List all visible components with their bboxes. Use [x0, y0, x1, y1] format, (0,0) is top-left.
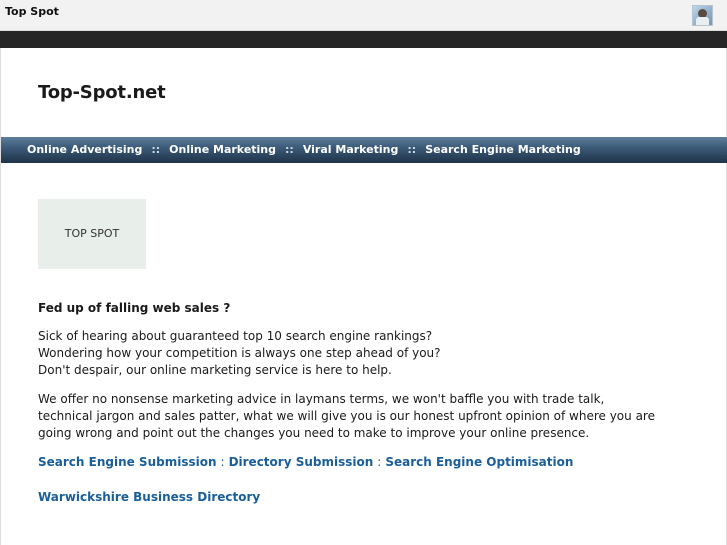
- page-container: Top-Spot.net Online Advertising:: Online …: [0, 48, 727, 545]
- warwickshire-directory-link[interactable]: Warwickshire Business Directory: [38, 489, 658, 506]
- content-heading: Fed up of falling web sales ?: [38, 301, 231, 315]
- intro-paragraph: Sick of hearing about guaranteed top 10 …: [38, 328, 658, 379]
- main-navigation: Online Advertising:: Online Marketing:: Vi…: [1, 137, 727, 163]
- logo-placeholder: TOP SPOT: [38, 199, 146, 269]
- logo-text: TOP SPOT: [64, 227, 120, 240]
- browser-top-bar: Top Spot: [0, 0, 727, 31]
- dark-header-strip: [0, 31, 727, 48]
- intro-line: Wondering how your competition is always…: [38, 346, 441, 360]
- nav-item-viral-marketing[interactable]: Viral Marketing: [303, 143, 399, 156]
- description-paragraph: We offer no nonsense marketing advice in…: [38, 392, 655, 440]
- user-avatar-icon[interactable]: [692, 5, 713, 26]
- link-separator: :: [377, 455, 382, 469]
- nav-items: Online Advertising:: Online Marketing:: Vi…: [27, 143, 581, 156]
- nav-separator: ::: [151, 143, 161, 156]
- site-title[interactable]: Top-Spot.net: [38, 82, 166, 103]
- service-links: Search Engine Submission: Directory Submi…: [38, 454, 658, 471]
- search-engine-optimisation-link[interactable]: Search Engine Optimisation: [385, 455, 573, 469]
- nav-item-online-marketing[interactable]: Online Marketing: [169, 143, 276, 156]
- link-separator: :: [220, 455, 225, 469]
- main-content: Fed up of falling web sales ? Sick of he…: [38, 300, 658, 506]
- nav-separator: ::: [407, 143, 417, 156]
- nav-item-online-advertising[interactable]: Online Advertising: [27, 143, 142, 156]
- nav-item-search-engine-marketing[interactable]: Search Engine Marketing: [425, 143, 581, 156]
- directory-submission-link[interactable]: Directory Submission: [229, 455, 374, 469]
- top-bar-brand[interactable]: Top Spot: [5, 5, 59, 18]
- search-engine-submission-link[interactable]: Search Engine Submission: [38, 455, 217, 469]
- nav-separator: ::: [285, 143, 294, 156]
- intro-line: Sick of hearing about guaranteed top 10 …: [38, 329, 433, 343]
- intro-line: Don't despair, our online marketing serv…: [38, 363, 392, 377]
